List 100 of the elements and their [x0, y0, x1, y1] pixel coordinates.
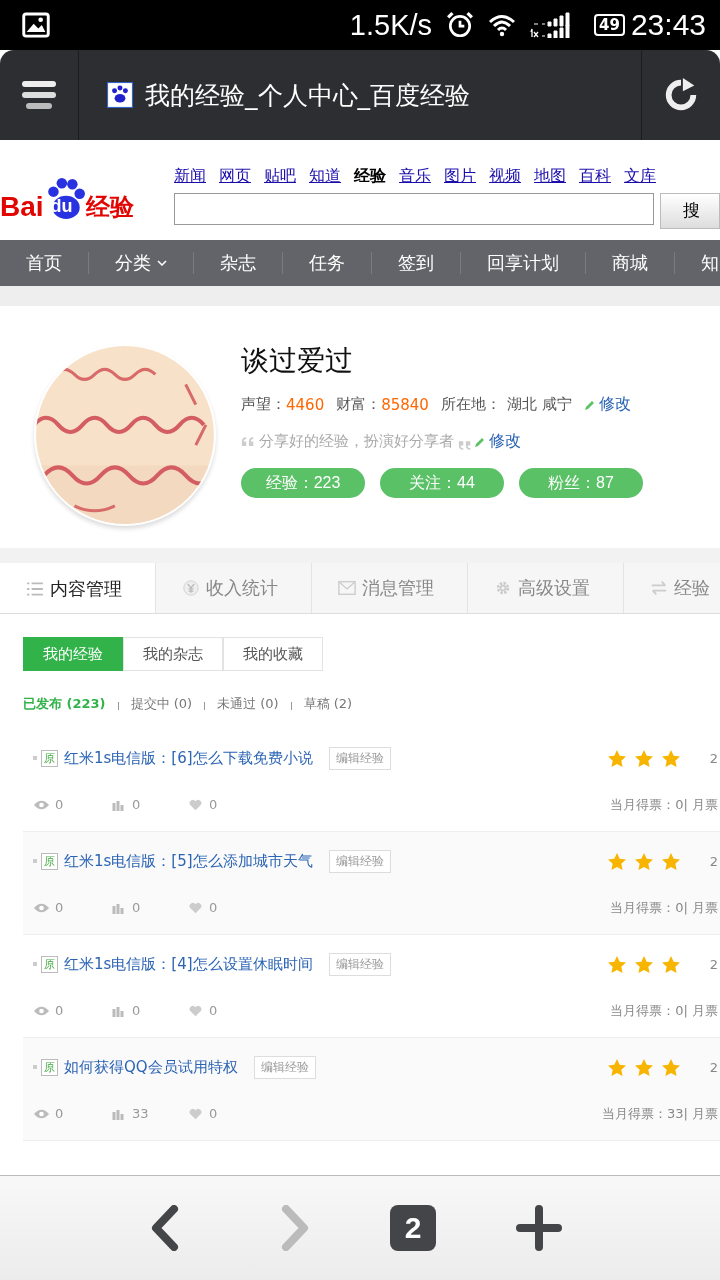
view-count: 0: [55, 1106, 65, 1121]
edit-button[interactable]: 编辑经验: [328, 849, 391, 873]
edit-button[interactable]: 编辑经验: [328, 952, 391, 976]
original-badge: 原: [41, 1058, 58, 1076]
swap-icon: [650, 580, 668, 596]
monthly-votes: 当月得票：33| 月票: [601, 1104, 718, 1123]
view-count: 0: [55, 1003, 65, 1018]
sub-tab[interactable]: 我的杂志: [123, 637, 223, 671]
monthly-votes: 当月得票：0| 月票: [610, 795, 718, 814]
forward-icon: [280, 1205, 310, 1251]
monthly-votes: 当月得票：0| 月票: [610, 1001, 718, 1020]
image-icon: [22, 12, 50, 38]
vote-count: 0: [132, 900, 142, 915]
section-tab[interactable]: 高级设置: [468, 563, 624, 613]
edit-link[interactable]: 修改: [598, 394, 631, 415]
article-title[interactable]: 红米1s电信版：[4]怎么设置休眠时间: [64, 954, 313, 974]
search-field[interactable]: [174, 192, 654, 225]
battery-indicator: 49: [594, 14, 625, 36]
pencil-icon: [583, 398, 596, 411]
section-tab[interactable]: 经验: [624, 563, 720, 613]
eye-icon: [33, 798, 50, 811]
network-speed: 1.5K/s: [349, 8, 433, 42]
date-text: 2: [709, 1059, 718, 1075]
heart-icon: [187, 901, 204, 914]
bar-chart-icon: [110, 901, 127, 914]
reputation-value: 4460: [286, 395, 325, 414]
list-icon: [26, 580, 44, 597]
product-link[interactable]: 贴吧: [264, 165, 296, 187]
edit-button[interactable]: 编辑经验: [328, 746, 391, 770]
plus-icon: [516, 1205, 562, 1251]
status-filter[interactable]: 提交中 (0): [130, 695, 193, 713]
product-link[interactable]: 地图: [534, 165, 566, 187]
paw-icon: [107, 82, 133, 108]
vote-count: 0: [132, 1003, 142, 1018]
status-filter[interactable]: 草稿 (2): [303, 695, 353, 713]
close-quote-icon: [458, 440, 472, 451]
section-tab[interactable]: 消息管理: [312, 563, 468, 613]
eye-icon: [33, 901, 50, 914]
vote-count: 33: [132, 1106, 150, 1121]
date-text: 2: [709, 853, 718, 869]
back-icon: [150, 1205, 180, 1251]
tab-count-button[interactable]: 2: [390, 1205, 436, 1251]
heart-icon: [187, 1107, 204, 1120]
menu-icon: [21, 79, 57, 111]
product-link[interactable]: 新闻: [174, 165, 206, 187]
nav-item[interactable]: 回享计划: [461, 251, 585, 275]
sub-tab[interactable]: 我的收藏: [223, 637, 323, 671]
clock: 23:43: [630, 8, 706, 42]
yen-icon: [182, 580, 200, 596]
monthly-votes: 当月得票：0| 月票: [610, 898, 718, 917]
nav-item[interactable]: 分类: [89, 251, 193, 275]
mail-icon: [338, 580, 356, 596]
product-link[interactable]: 网页: [219, 165, 251, 187]
view-count: 0: [55, 797, 65, 812]
product-link[interactable]: 知道: [309, 165, 341, 187]
caret-icon: [157, 260, 167, 266]
wealth-label: 财富：: [336, 395, 382, 414]
nav-item[interactable]: 杂志: [194, 251, 282, 275]
motto-text: 分享好的经验，扮演好分享者: [259, 432, 454, 451]
section-tab[interactable]: 收入统计: [156, 563, 312, 613]
product-link[interactable]: 视频: [489, 165, 521, 187]
baidu-jingyan-logo[interactable]: Bai du 经验: [0, 158, 170, 222]
original-badge: 原: [41, 749, 58, 767]
page-title: 我的经验_个人中心_百度经验: [145, 79, 470, 112]
back-button[interactable]: [150, 1205, 180, 1251]
bar-chart-icon: [110, 1004, 127, 1017]
nav-item[interactable]: 任务: [283, 251, 371, 275]
nav-item[interactable]: 商城: [586, 251, 674, 275]
product-link[interactable]: 音乐: [399, 165, 431, 187]
like-count: 0: [209, 900, 219, 915]
gear-icon: [494, 580, 512, 596]
product-link[interactable]: 图片: [444, 165, 476, 187]
original-badge: 原: [41, 955, 58, 973]
date-text: 2: [709, 956, 718, 972]
view-count: 0: [55, 900, 65, 915]
nav-item[interactable]: 签到: [372, 251, 460, 275]
nav-item[interactable]: 首页: [0, 251, 88, 275]
like-count: 0: [209, 797, 219, 812]
product-link[interactable]: 文库: [624, 165, 656, 187]
search-button[interactable]: 搜: [660, 192, 720, 229]
product-link[interactable]: 百科: [579, 165, 611, 187]
edit-button[interactable]: 编辑经验: [253, 1055, 316, 1079]
article-title[interactable]: 红米1s电信版：[5]怎么添加城市天气: [64, 851, 313, 871]
new-tab-button[interactable]: [516, 1205, 562, 1251]
status-filter[interactable]: 未通过 (0): [217, 695, 279, 713]
nav-item[interactable]: 知: [675, 251, 720, 275]
edit-link[interactable]: 修改: [489, 431, 521, 452]
like-count: 0: [209, 1106, 219, 1121]
location-label: 所在地：: [440, 395, 501, 414]
location-value: 湖北 咸宁: [506, 395, 572, 414]
article-title[interactable]: 如何获得QQ会员试用特权: [64, 1057, 238, 1077]
eye-icon: [33, 1004, 50, 1017]
reputation-label: 声望：: [241, 395, 286, 414]
section-tab[interactable]: 内容管理: [0, 563, 156, 613]
vote-count: 0: [132, 797, 142, 812]
product-link[interactable]: 经验: [354, 165, 386, 187]
heart-icon: [187, 798, 204, 811]
article-title[interactable]: 红米1s电信版：[6]怎么下载免费小说: [64, 748, 313, 768]
like-count: 0: [209, 1003, 219, 1018]
pencil-icon: [474, 435, 486, 448]
